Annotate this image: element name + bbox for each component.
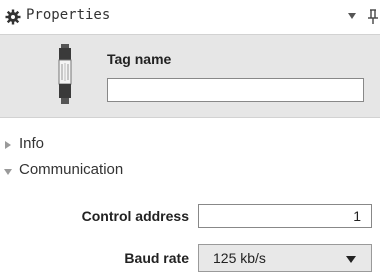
baud-rate-label: Baud rate bbox=[124, 250, 189, 266]
dropdown-arrow-icon bbox=[346, 256, 356, 263]
tag-name-label: Tag name bbox=[107, 51, 172, 67]
section-info[interactable]: Info bbox=[0, 134, 200, 156]
control-address-input[interactable] bbox=[198, 204, 372, 228]
chevron-down-icon bbox=[4, 169, 12, 175]
section-communication-label: Communication bbox=[19, 161, 124, 178]
device-module-icon bbox=[58, 44, 72, 104]
gear-icon[interactable] bbox=[5, 9, 21, 25]
panel-title: Properties bbox=[26, 7, 111, 23]
control-address-label: Control address bbox=[81, 208, 189, 224]
chevron-right-icon bbox=[5, 141, 11, 149]
section-info-label: Info bbox=[19, 135, 45, 152]
baud-rate-select[interactable]: 125 kb/s bbox=[198, 244, 372, 272]
chevron-down-icon[interactable] bbox=[348, 13, 356, 19]
properties-panel-header: Properties bbox=[0, 0, 380, 34]
baud-rate-value: 125 kb/s bbox=[213, 250, 266, 266]
pin-icon[interactable] bbox=[366, 9, 380, 25]
section-communication[interactable]: Communication bbox=[0, 160, 200, 182]
tag-name-input[interactable] bbox=[107, 78, 364, 102]
